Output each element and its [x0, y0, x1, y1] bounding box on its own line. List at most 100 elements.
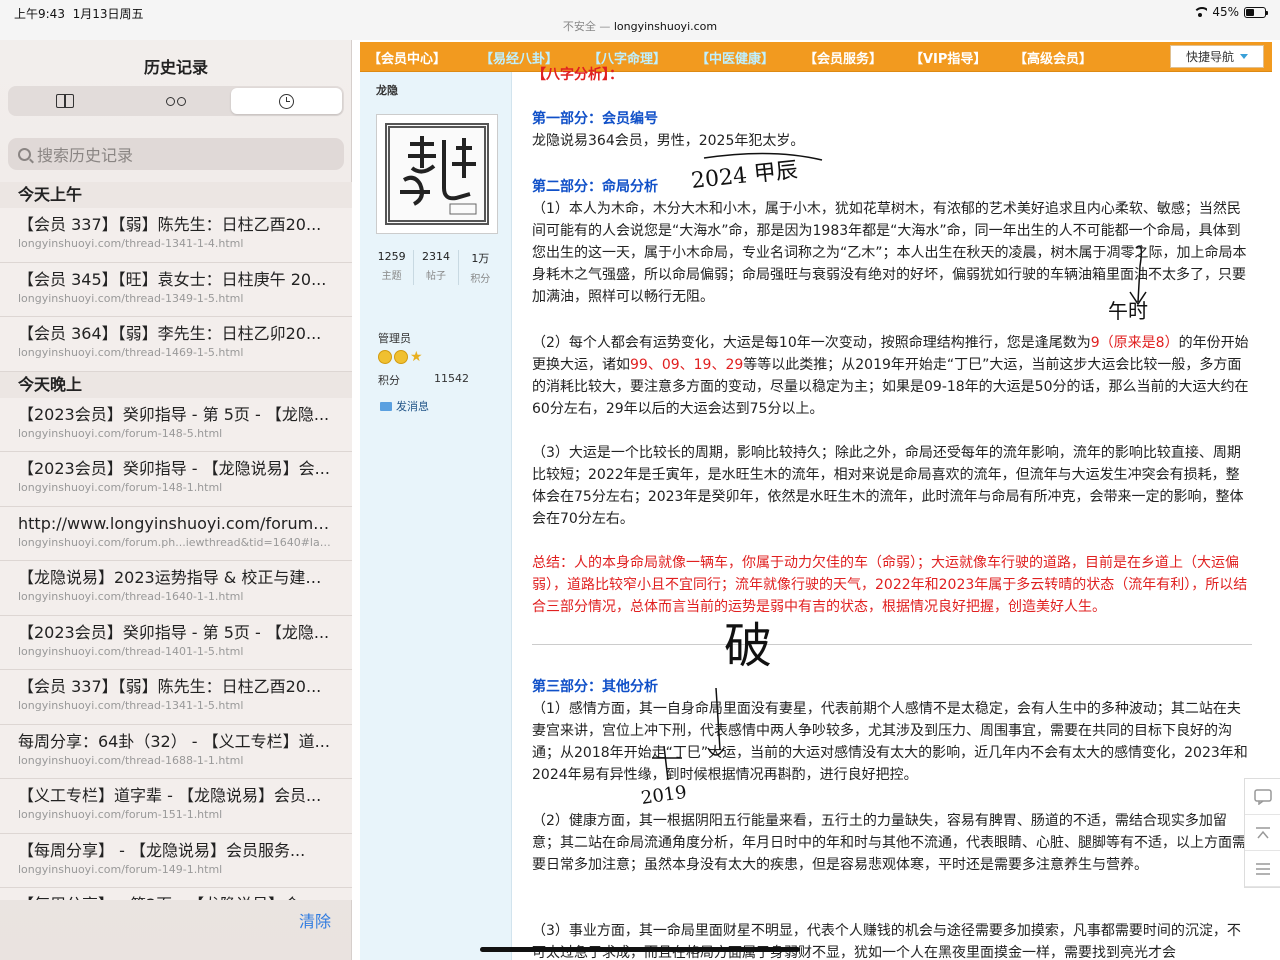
tab-history[interactable] — [231, 88, 343, 114]
history-section-header: 今天上午 — [0, 182, 352, 208]
post-content: 【八字分析】： 第一部分：会员编号 龙隐说易364会员，男性，2025年犯太岁。… — [532, 67, 1252, 960]
nav-item-member-center[interactable]: 【会员中心】 — [368, 48, 446, 67]
glasses-icon — [166, 96, 186, 106]
history-item-title: 每周分享：64卦（32） - 【义工专栏】道... — [18, 731, 330, 751]
history-item-url: longyinshuoyi.com/thread-1401-1-5.html — [18, 644, 244, 658]
history-item[interactable]: 【会员 364】【弱】李先生：日柱乙卯20... longyinshuoyi.co… — [0, 317, 352, 372]
history-item-url: longyinshuoyi.com/forum-151-1.html — [18, 808, 223, 821]
author-name[interactable]: 龙隐 — [376, 82, 398, 98]
history-item[interactable]: 每周分享：64卦（32） - 【义工专栏】道... longyinshuoyi.c… — [0, 724, 352, 779]
history-item[interactable]: 【每周分享】 - 第2页 - 【龙隐说易】会...longyinshuoyi.c… — [0, 888, 352, 900]
history-item-title: 【每周分享】 - 【龙隐说易】会员服务... — [18, 840, 306, 860]
seal-avatar-image — [385, 123, 489, 225]
battery-icon — [1244, 6, 1268, 18]
part3-heading: 第三部分：其他分析 — [532, 679, 658, 695]
wifi-icon — [1193, 7, 1208, 17]
list-button[interactable] — [1245, 851, 1280, 887]
author-role: 管理员 — [378, 332, 411, 345]
history-item[interactable]: 【龙隐说易】2023运势指导 & 校正与建议... longyinshuoyi.c… — [0, 561, 352, 616]
quick-nav-label: 快捷导航 — [1185, 50, 1234, 64]
history-item-url: longyinshuoyi.com/thread-1341-1-4.html — [18, 237, 244, 250]
history-item-title: 【龙隐说易】2023运势指导 & 校正与建议... — [18, 568, 334, 587]
stat-label: 积分 — [470, 274, 491, 285]
history-item-title: 【会员 345】【旺】袁女士：日柱庚午 20... — [18, 269, 327, 289]
part3-para2: （2）健康方面，其一根据阴阳五行能量来看，五行土的力量缺失，容易有脾胃、肠道的不… — [532, 813, 1246, 873]
history-item[interactable]: 【会员 337】【弱】陈先生：日柱乙酉20... longyinshuoyi.co… — [0, 670, 352, 725]
back-to-top-button[interactable] — [1245, 815, 1280, 851]
history-sidebar: 历史记录 搜索历史记录 今天上午 【会员 337】【弱】陈先生：日柱乙酉20...… — [0, 40, 352, 960]
smiley-icon — [378, 350, 392, 364]
history-item[interactable]: 【会员 345】【旺】袁女士：日柱庚午 20... longyinshuoyi.c… — [0, 262, 352, 317]
history-item[interactable]: 【2023会员】癸卯指导 - 【龙隐说易】会... longyinshuoyi.c… — [0, 452, 352, 507]
battery-percent: 45% — [1212, 5, 1239, 19]
history-section-header: 今天晚上 — [0, 371, 352, 398]
smiley-icon — [394, 350, 408, 364]
author-stat[interactable]: 2314 帖子 — [414, 250, 459, 285]
author-stat[interactable]: 1259 主题 — [370, 250, 415, 285]
history-item[interactable]: 【每周分享】 - 【龙隐说易】会员服务... longyinshuoyi.com/… — [0, 833, 352, 888]
chevron-down-icon — [1240, 54, 1248, 59]
web-content: 【会员中心】 【易经八卦】 【八字命理】 【中医健康】 【会员服务】 【VIP指… — [352, 40, 1280, 960]
status-bar: 上午9:43 1月13日周五 不安全 — longyinshuoyi.com 4… — [0, 0, 1280, 40]
floating-toolbar — [1244, 778, 1280, 888]
author-stat[interactable]: 1万积分 — [459, 250, 502, 285]
history-item-title: 【2023会员】癸卯指导 - 【龙隐说易】会... — [18, 459, 330, 478]
history-search-input[interactable]: 搜索历史记录 — [8, 138, 344, 170]
history-list: 今天上午【会员 337】【弱】陈先生：日柱乙酉20... longyinshuoy… — [0, 182, 352, 900]
clear-history-button[interactable]: 清除 — [299, 908, 331, 932]
history-item-url: longyinshuoyi.com/forum.ph...iewthread&t… — [18, 535, 334, 549]
tab-reading-list[interactable] — [121, 88, 232, 114]
history-item-url: longyinshuoyi.com/thread-1640-1-1.html — [18, 590, 244, 603]
avatar[interactable] — [376, 114, 498, 234]
stat-label: 主题 — [381, 271, 402, 282]
part2-para2: （2）每个人都会有运势变化，大运是每10年一次变动，按照命理结构推行，您是逢尾数… — [532, 335, 1249, 417]
history-item-url: longyinshuoyi.com/thread-1469-1-5.html — [18, 346, 244, 359]
part2-heading: 第二部分：命局分析 — [532, 179, 658, 195]
author-stats: 1259 主题 2314 帖子 1万积分 — [370, 250, 502, 285]
part1-text: 龙隐说易364会员，男性，2025年犯太岁。 — [532, 133, 805, 149]
stat-value: 1万 — [471, 252, 490, 265]
part3-para3: （3）事业方面，其一命局里面财星不明显，代表个人赚钱的机会与途径需要多加摸索，凡… — [532, 923, 1241, 960]
tab-bookmarks[interactable] — [10, 88, 121, 114]
history-item[interactable]: 【2023会员】癸卯指导 - 第 5页 - 【龙隐... longyinshuoy… — [0, 397, 352, 452]
home-indicator[interactable] — [480, 947, 800, 952]
history-item-title: 【2023会员】癸卯指导 - 第 5页 - 【龙隐... — [18, 404, 330, 424]
history-item-url: longyinshuoyi.com/forum-148-5.html — [18, 426, 223, 440]
history-item-url: longyinshuoyi.com/thread-1341-1-5.html — [18, 699, 244, 712]
part2-para1: （1）本人为木命，木分大木和小木，属于小木，犹如花草树木，有浓郁的艺术美好追求且… — [532, 201, 1247, 305]
sidebar-segmented-control — [8, 86, 344, 116]
history-item-title: 【会员 364】【弱】李先生：日柱乙卯20... — [18, 324, 322, 343]
search-placeholder: 搜索历史记录 — [37, 146, 134, 165]
history-item-title: 【会员 337】【弱】陈先生：日柱乙酉20... — [18, 215, 322, 234]
comment-icon — [1253, 788, 1272, 805]
section-divider — [532, 644, 1252, 645]
bazi-heading: 【八字分析】： — [532, 67, 623, 83]
history-item[interactable]: 【义工专栏】道字辈 - 【龙隐说易】会员... longyinshuoyi.com… — [0, 779, 352, 834]
history-item-title: 【2023会员】癸卯指导 - 第 5页 - 【龙隐... — [18, 622, 330, 642]
search-icon — [18, 147, 31, 161]
sidebar-title: 历史记录 — [143, 58, 208, 77]
arrow-up-icon — [1255, 826, 1270, 838]
history-item-url: longyinshuoyi.com/forum-149-1.html — [18, 862, 223, 876]
author-profile: 龙隐 1259 主题 2314 帖子 1万 积分 管理员 ★ 积分 11542 发消息 — [360, 72, 512, 960]
history-item[interactable]: http://www.longyinshuoyi.com/forum.php?.… — [0, 506, 352, 561]
domain-label: longyinshuoyi.com — [613, 20, 718, 33]
star-icon: ★ — [410, 349, 423, 365]
rank-icons: ★ — [378, 350, 424, 364]
status-right: 45% — [1193, 5, 1268, 19]
history-item[interactable]: 【会员 337】【弱】陈先生：日柱乙酉20... longyinshuoyi.co… — [0, 208, 352, 263]
history-item-title: 【义工专栏】道字辈 - 【龙隐说易】会员... — [18, 786, 322, 805]
history-item[interactable]: 【2023会员】癸卯指导 - 第 5页 - 【龙隐... longyinshuoy… — [0, 615, 352, 670]
part2-para3: （3）大运是一个比较长的周期，影响比较持久；除此之外，命局还受每年的流年影响，流… — [532, 445, 1244, 527]
comment-button[interactable] — [1245, 779, 1280, 815]
summary-text: 总结：人的本身命局就像一辆车，你属于动力欠佳的车（命弱）；大运就像车行驶的道路，… — [532, 555, 1248, 615]
clock-icon — [279, 93, 295, 109]
stat-value: 2314 — [421, 250, 450, 263]
history-item-url: longyinshuoyi.com/thread-1688-1-1.html — [18, 753, 244, 767]
send-message-link[interactable]: 发消息 — [380, 398, 429, 414]
stat-label: 帖子 — [425, 271, 446, 282]
address-bar[interactable]: 不安全 — longyinshuoyi.com — [0, 18, 1280, 34]
history-item-title: 【会员 337】【弱】陈先生：日柱乙酉20... — [18, 677, 322, 696]
part3-para1: （1）感情方面，其一自身命局里面没有妻星，代表前期个人感情不是太稳定，会有人生中… — [532, 701, 1248, 783]
insecure-label: 不安全 — — [562, 20, 611, 33]
